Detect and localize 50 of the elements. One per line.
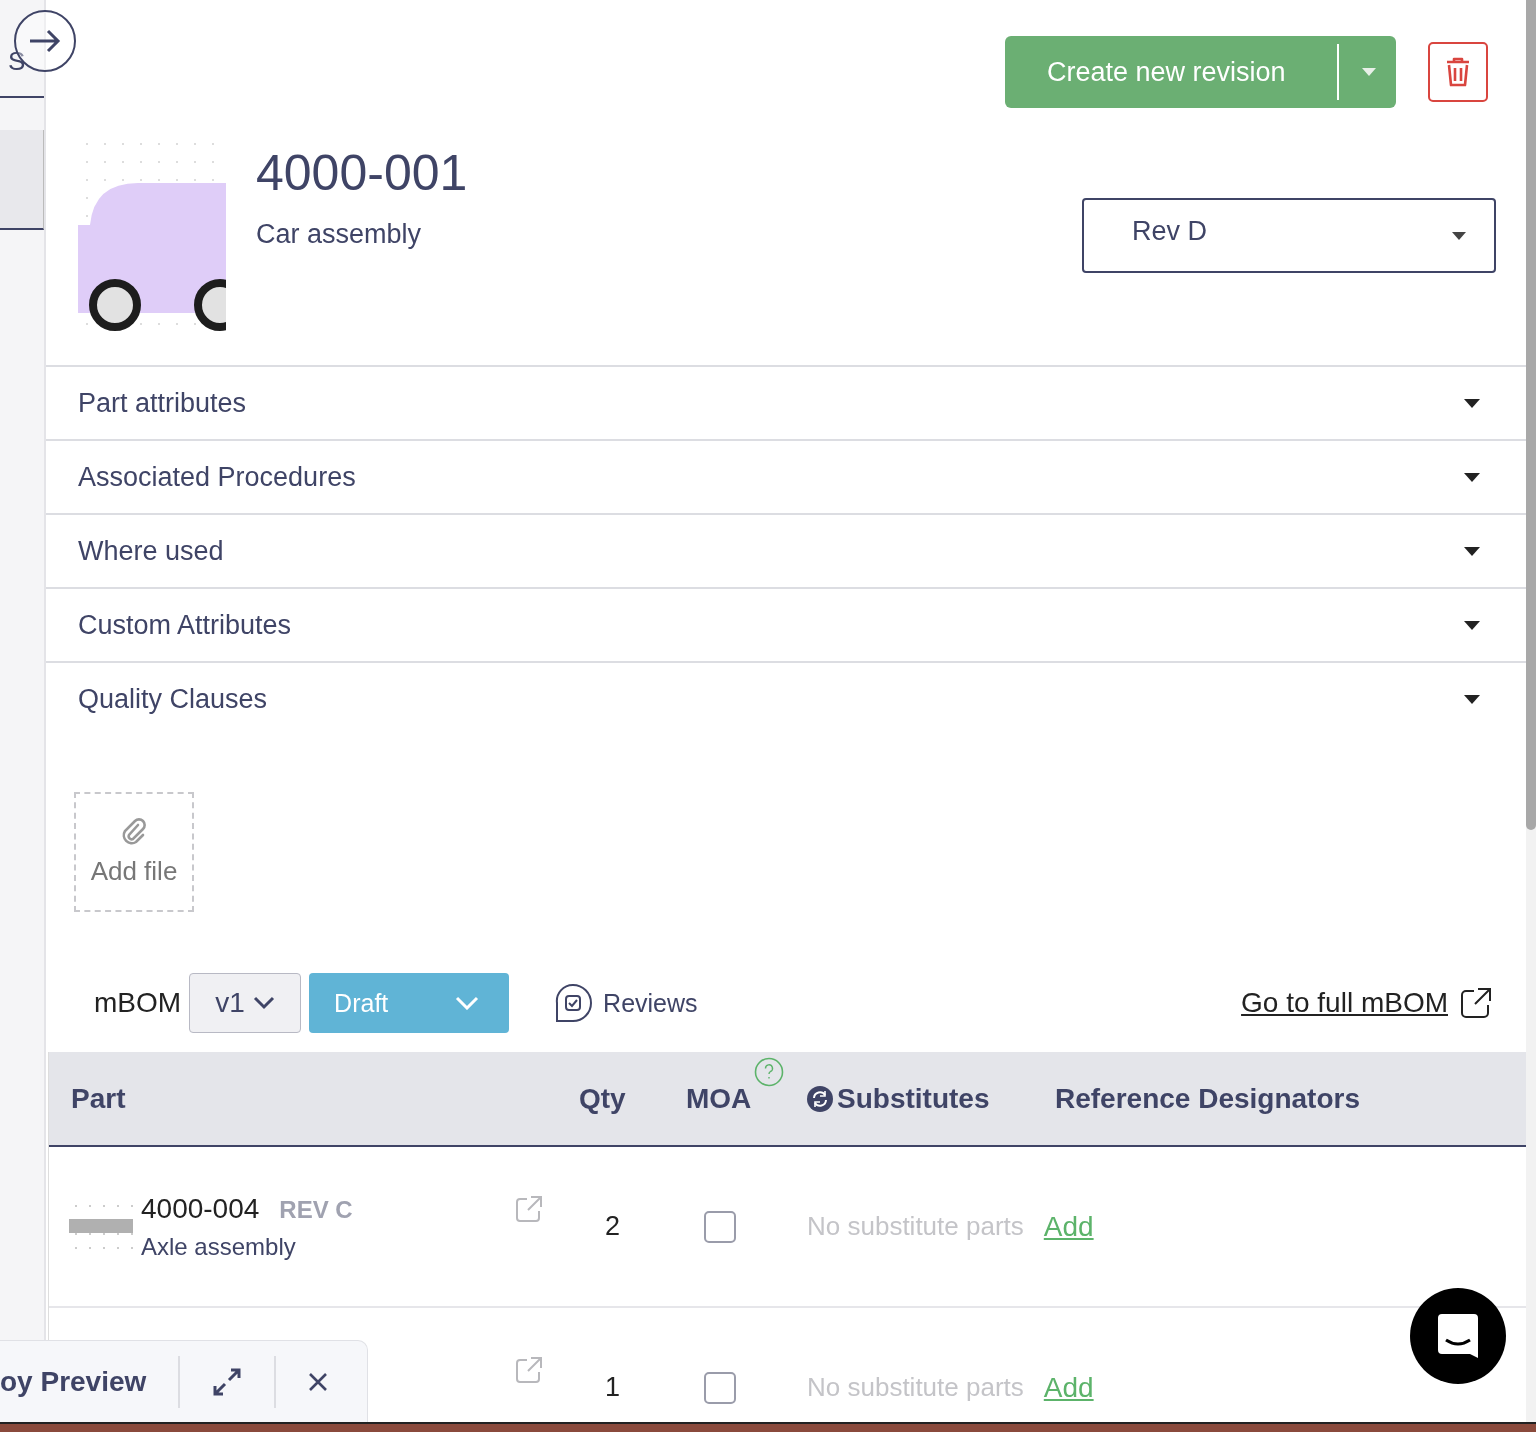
caret-icon	[1464, 694, 1480, 704]
quantity: 2	[605, 1211, 620, 1242]
delete-button[interactable]	[1428, 42, 1488, 102]
trash-icon	[1445, 57, 1471, 87]
caret-icon[interactable]	[1361, 67, 1377, 77]
column-header: Part	[71, 1082, 126, 1115]
swap-icon	[807, 1085, 833, 1112]
background-label: S	[8, 46, 26, 77]
add-file-button[interactable]: Add file	[74, 792, 194, 912]
close-icon[interactable]	[308, 1372, 329, 1392]
expand-icon[interactable]	[212, 1367, 243, 1397]
paperclip-icon	[121, 817, 147, 846]
section-header[interactable]: Custom Attributes	[46, 587, 1526, 661]
chevron-icon	[455, 996, 480, 1010]
substitutes-text: No substitute parts	[807, 1211, 1024, 1242]
section-header[interactable]: Quality Clauses	[46, 661, 1526, 735]
section-header[interactable]: Part attributes	[46, 365, 1526, 439]
substitutes-text: No substitute parts	[807, 1372, 1024, 1403]
chat-icon	[1436, 1314, 1480, 1358]
caret-icon	[1464, 398, 1480, 408]
scrollbar-thumb[interactable]	[1526, 0, 1536, 830]
chevron-icon	[252, 996, 275, 1010]
arrow-icon	[28, 29, 62, 53]
section-header[interactable]: Where used	[46, 513, 1526, 587]
moa-checkbox[interactable]	[704, 1210, 736, 1243]
reviews-button[interactable]: Reviews	[553, 983, 698, 1023]
part-description: Axle assembly	[141, 1232, 297, 1261]
part-number: 4000-004	[141, 1192, 260, 1225]
section-header[interactable]: Associated Procedures	[46, 439, 1526, 513]
version-dropdown[interactable]: v1	[189, 973, 302, 1033]
caret-icon	[1464, 546, 1480, 556]
part-revision: REV C	[279, 1195, 353, 1224]
mbom-label: mBOM	[94, 987, 182, 1019]
external-link-icon[interactable]	[1460, 987, 1492, 1019]
column-header: Substitutes	[837, 1082, 990, 1115]
part-number: 4000-001	[256, 145, 468, 201]
moa-checkbox[interactable]	[704, 1371, 736, 1404]
column-header: Reference Designators	[1055, 1082, 1360, 1115]
preview-title: oy Preview	[0, 1366, 147, 1398]
full-mbom-link[interactable]: Go to full mBOM	[1241, 987, 1448, 1019]
revision-dropdown[interactable]: Rev D	[1082, 198, 1496, 273]
caret-icon	[1452, 231, 1466, 240]
caret-icon	[1464, 620, 1480, 630]
help-icon[interactable]	[754, 1056, 784, 1087]
column-header: MOA	[686, 1082, 752, 1115]
part-description: Car assembly	[256, 219, 423, 250]
quantity: 1	[605, 1372, 620, 1403]
review-icon	[553, 983, 594, 1023]
column-header: Qty	[579, 1082, 626, 1115]
caret-icon	[1464, 472, 1480, 482]
